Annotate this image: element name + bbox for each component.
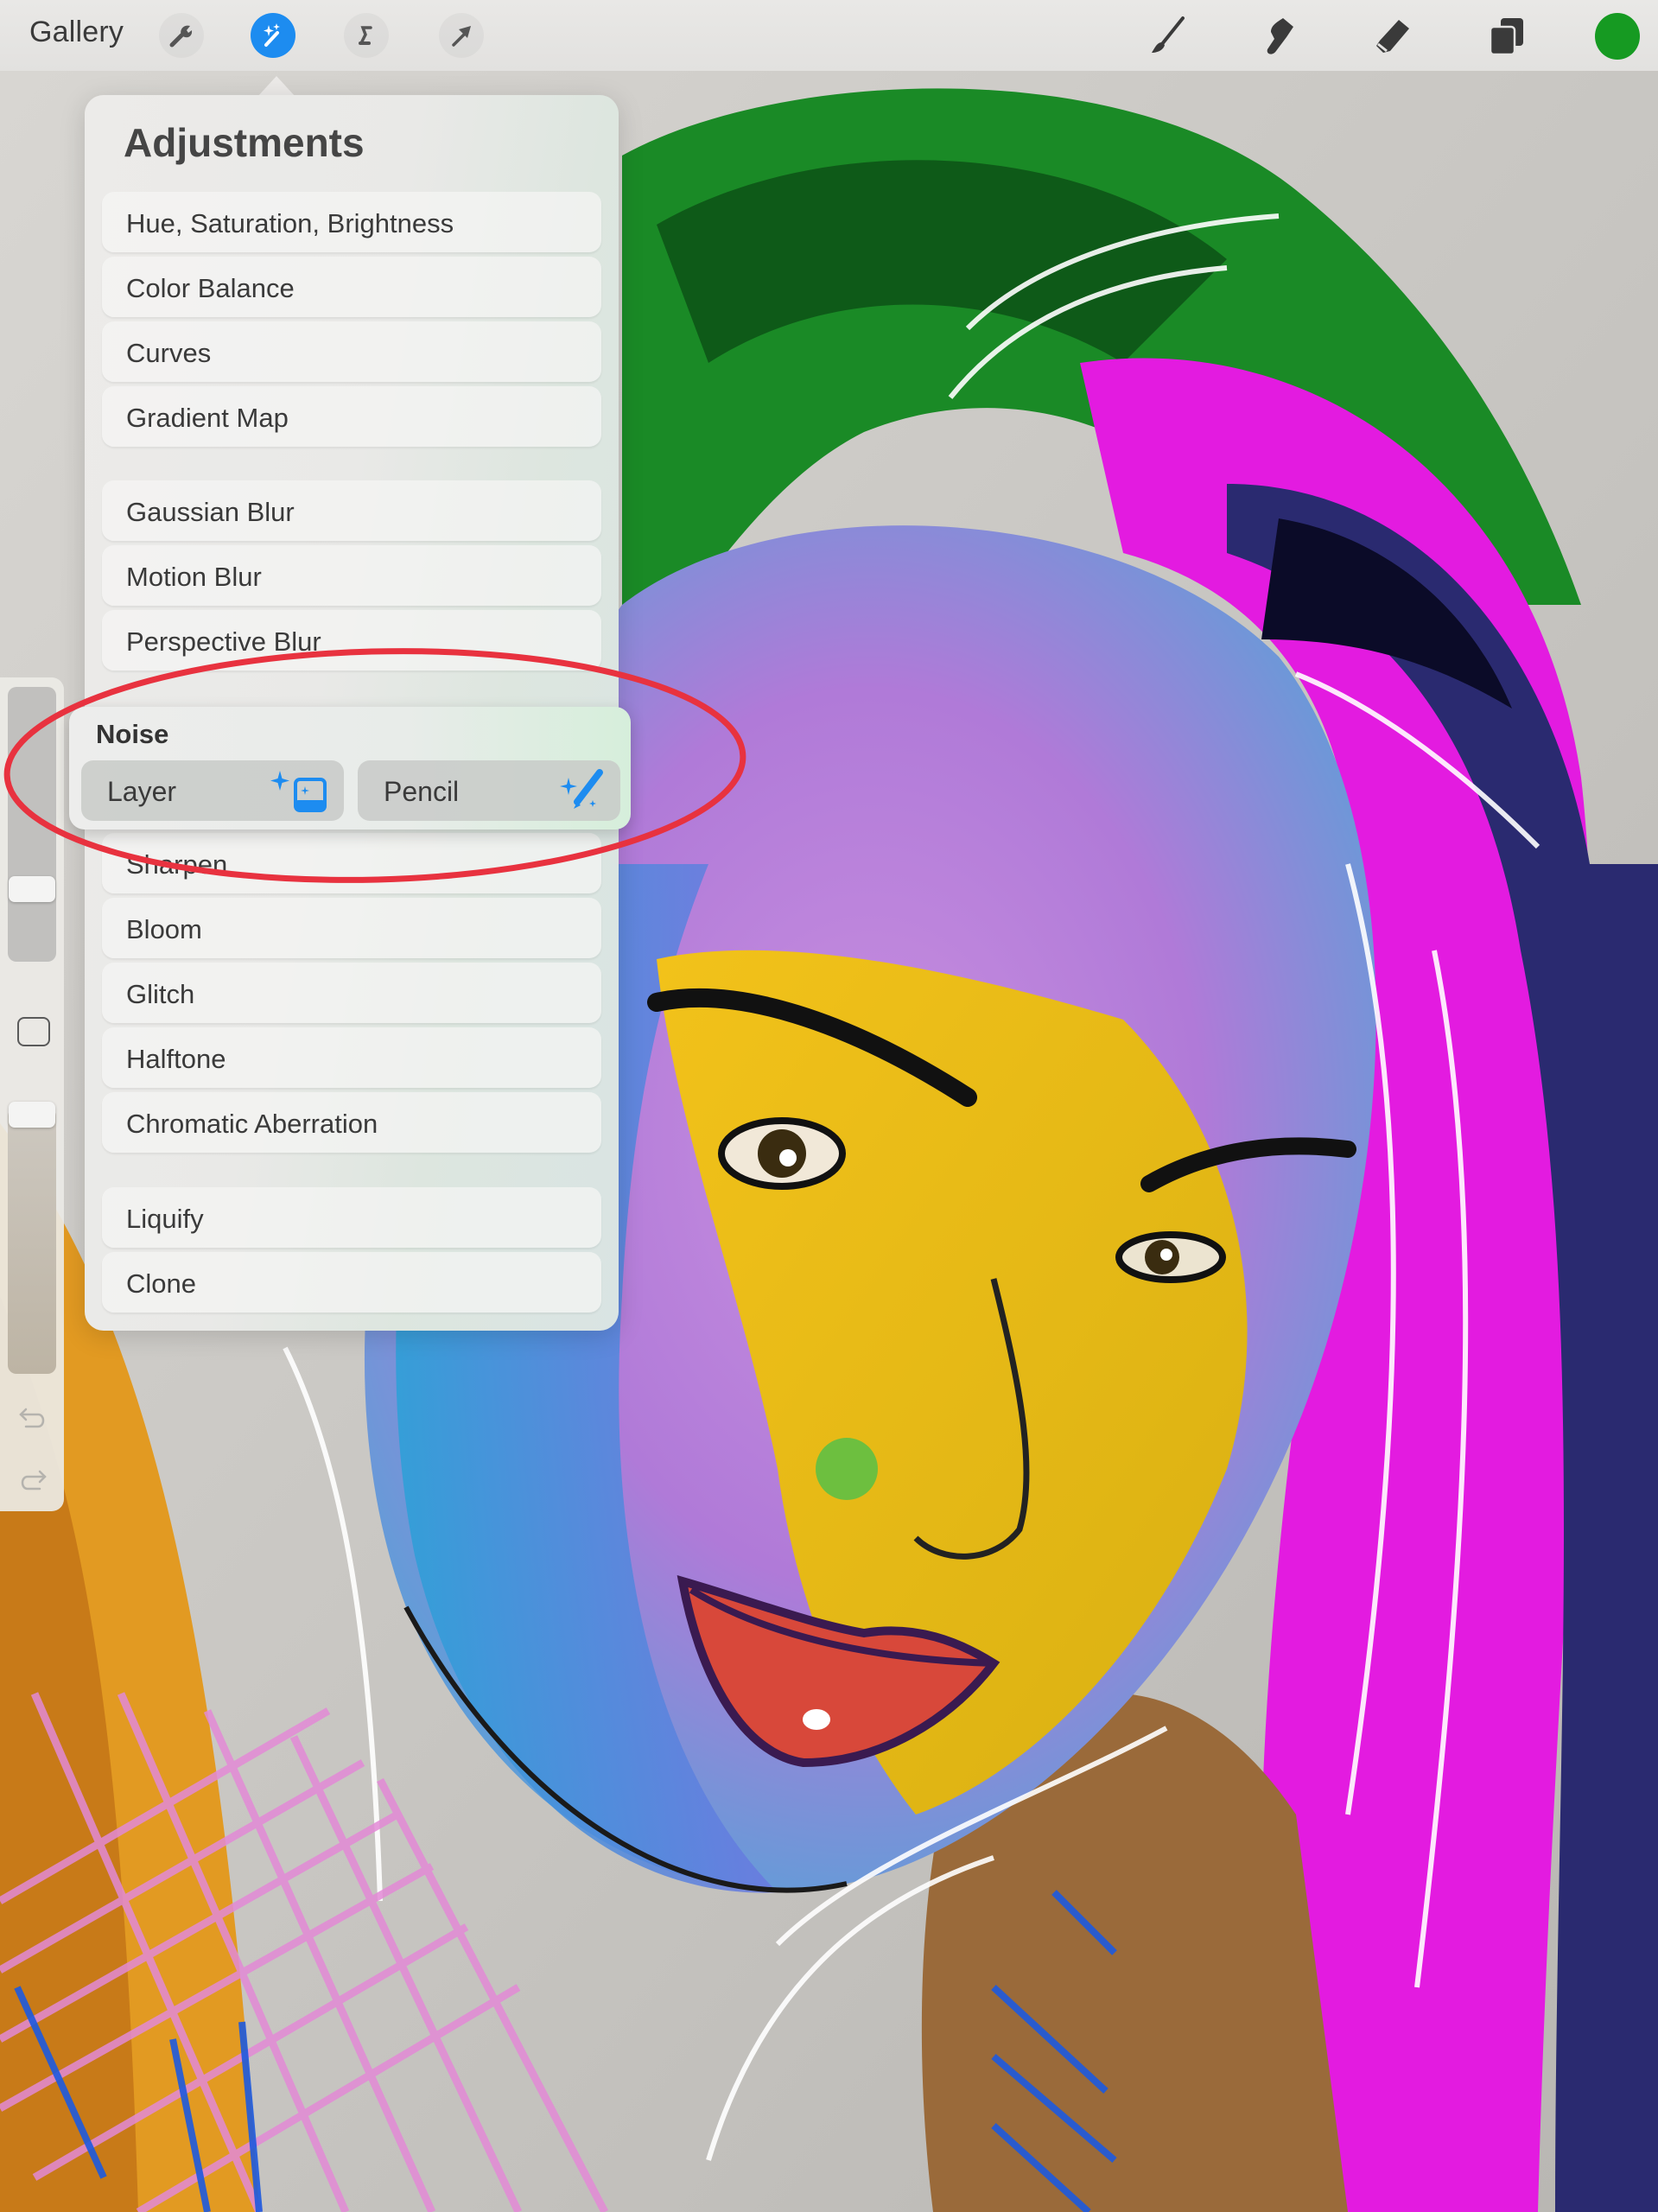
- color-picker-button[interactable]: [1595, 13, 1640, 60]
- undo-button[interactable]: [14, 1400, 52, 1438]
- redo-button[interactable]: [14, 1462, 52, 1500]
- menu-item-gaussian-blur[interactable]: Gaussian Blur: [102, 480, 601, 541]
- popover-title: Adjustments: [124, 120, 365, 165]
- undo-icon: [19, 1408, 45, 1428]
- selection-button[interactable]: [344, 13, 389, 58]
- adjustments-button[interactable]: [251, 13, 295, 58]
- modifier-button[interactable]: [17, 1017, 50, 1046]
- brush-icon: [1152, 16, 1185, 53]
- menu-item-hue-saturation-brightness[interactable]: Hue, Saturation, Brightness: [102, 192, 601, 252]
- smudge-finger-icon: [1267, 18, 1293, 54]
- menu-item-chromatic-aberration[interactable]: Chromatic Aberration: [102, 1092, 601, 1153]
- actions-button[interactable]: [159, 13, 204, 58]
- brush-button[interactable]: [1140, 10, 1192, 62]
- top-toolbar: Gallery: [0, 0, 1658, 71]
- opacity-thumb[interactable]: [9, 1102, 55, 1128]
- eraser-button[interactable]: [1367, 10, 1419, 62]
- annotation-ellipse: [3, 648, 746, 883]
- magic-wand-icon: [264, 23, 280, 47]
- layers-icon: [1489, 18, 1523, 56]
- popover-pointer: [257, 76, 295, 97]
- redo-icon: [21, 1470, 47, 1491]
- smudge-button[interactable]: [1253, 10, 1305, 62]
- gallery-button[interactable]: Gallery: [29, 16, 124, 49]
- eraser-icon: [1376, 20, 1409, 53]
- menu-item-bloom[interactable]: Bloom: [102, 898, 601, 958]
- menu-item-gradient-map[interactable]: Gradient Map: [102, 386, 601, 447]
- menu-item-motion-blur[interactable]: Motion Blur: [102, 545, 601, 606]
- menu-item-color-balance[interactable]: Color Balance: [102, 257, 601, 317]
- menu-item-halftone[interactable]: Halftone: [102, 1027, 601, 1088]
- menu-item-liquify[interactable]: Liquify: [102, 1187, 601, 1248]
- menu-item-curves[interactable]: Curves: [102, 321, 601, 382]
- wrench-icon: [169, 25, 193, 48]
- layers-button[interactable]: [1481, 10, 1533, 62]
- menu-item-clone[interactable]: Clone: [102, 1252, 601, 1313]
- arrow-cursor-icon: [452, 26, 471, 47]
- menu-item-glitch[interactable]: Glitch: [102, 963, 601, 1023]
- transform-button[interactable]: [439, 13, 484, 58]
- opacity-slider[interactable]: [8, 1108, 56, 1374]
- selection-s-icon: [359, 26, 372, 45]
